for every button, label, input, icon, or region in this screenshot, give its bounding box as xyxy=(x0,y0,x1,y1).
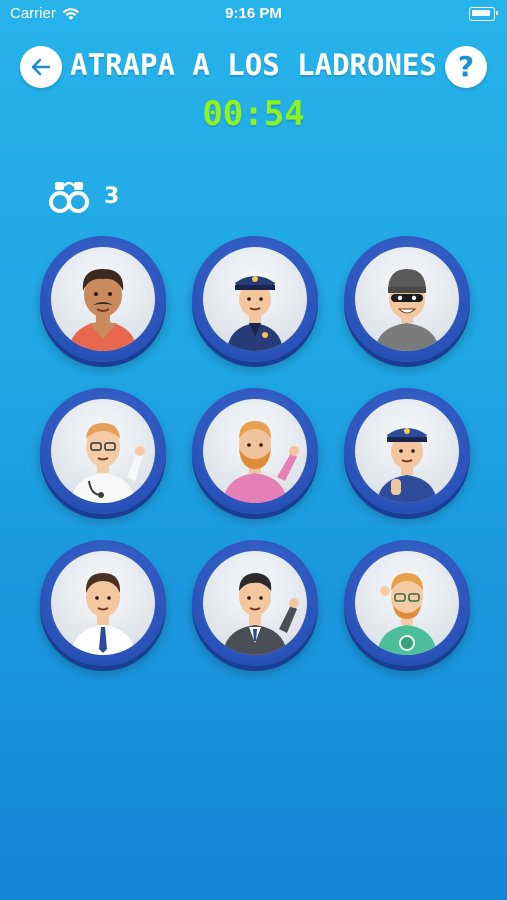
suit-man-icon xyxy=(223,573,299,655)
character-avatar-mustache-man xyxy=(51,247,155,351)
character-avatar-police-officer-1 xyxy=(203,247,307,351)
captures-counter: 3 xyxy=(48,176,119,216)
character-tile-ginger-man[interactable] xyxy=(344,540,470,666)
character-avatar-doctor xyxy=(51,399,155,503)
character-tile-mustache-man[interactable] xyxy=(40,236,166,362)
page-title: ATRAPA A LOS LADRONES xyxy=(70,48,437,82)
back-button[interactable] xyxy=(20,46,62,88)
character-avatar-bearded-man xyxy=(203,399,307,503)
office-man-icon xyxy=(71,573,135,655)
character-avatar-suit-man xyxy=(203,551,307,655)
handcuffs-icon xyxy=(49,181,89,213)
character-avatar-police-officer-2 xyxy=(355,399,459,503)
police-officer-icon xyxy=(227,276,283,351)
character-tile-police-officer-1[interactable] xyxy=(192,236,318,362)
character-grid xyxy=(40,236,470,666)
help-icon: ? xyxy=(457,50,475,83)
character-tile-bearded-man[interactable] xyxy=(192,388,318,514)
countdown-timer: 00:54 xyxy=(202,94,305,134)
masked-thief-icon xyxy=(375,269,439,351)
character-tile-suit-man[interactable] xyxy=(192,540,318,666)
status-time: 9:16 PM xyxy=(225,5,282,22)
bearded-man-icon xyxy=(223,421,299,503)
ginger-man-icon xyxy=(377,573,437,655)
character-tile-office-man[interactable] xyxy=(40,540,166,666)
character-avatar-masked-thief xyxy=(355,247,459,351)
captures-count: 3 xyxy=(104,183,120,209)
character-avatar-ginger-man xyxy=(355,551,459,655)
battery-icon xyxy=(469,7,498,21)
status-bar: Carrier 9:16 PM xyxy=(0,0,507,28)
mustache-man-icon xyxy=(69,269,137,351)
police-officer-icon xyxy=(377,428,437,503)
header: ATRAPA A LOS LADRONES ? xyxy=(0,42,507,92)
arrow-left-icon xyxy=(31,58,51,76)
character-tile-masked-thief[interactable] xyxy=(344,236,470,362)
help-button[interactable]: ? xyxy=(445,46,487,88)
character-tile-doctor[interactable] xyxy=(40,388,166,514)
character-tile-police-officer-2[interactable] xyxy=(344,388,470,514)
character-avatar-office-man xyxy=(51,551,155,655)
doctor-icon xyxy=(71,423,145,503)
